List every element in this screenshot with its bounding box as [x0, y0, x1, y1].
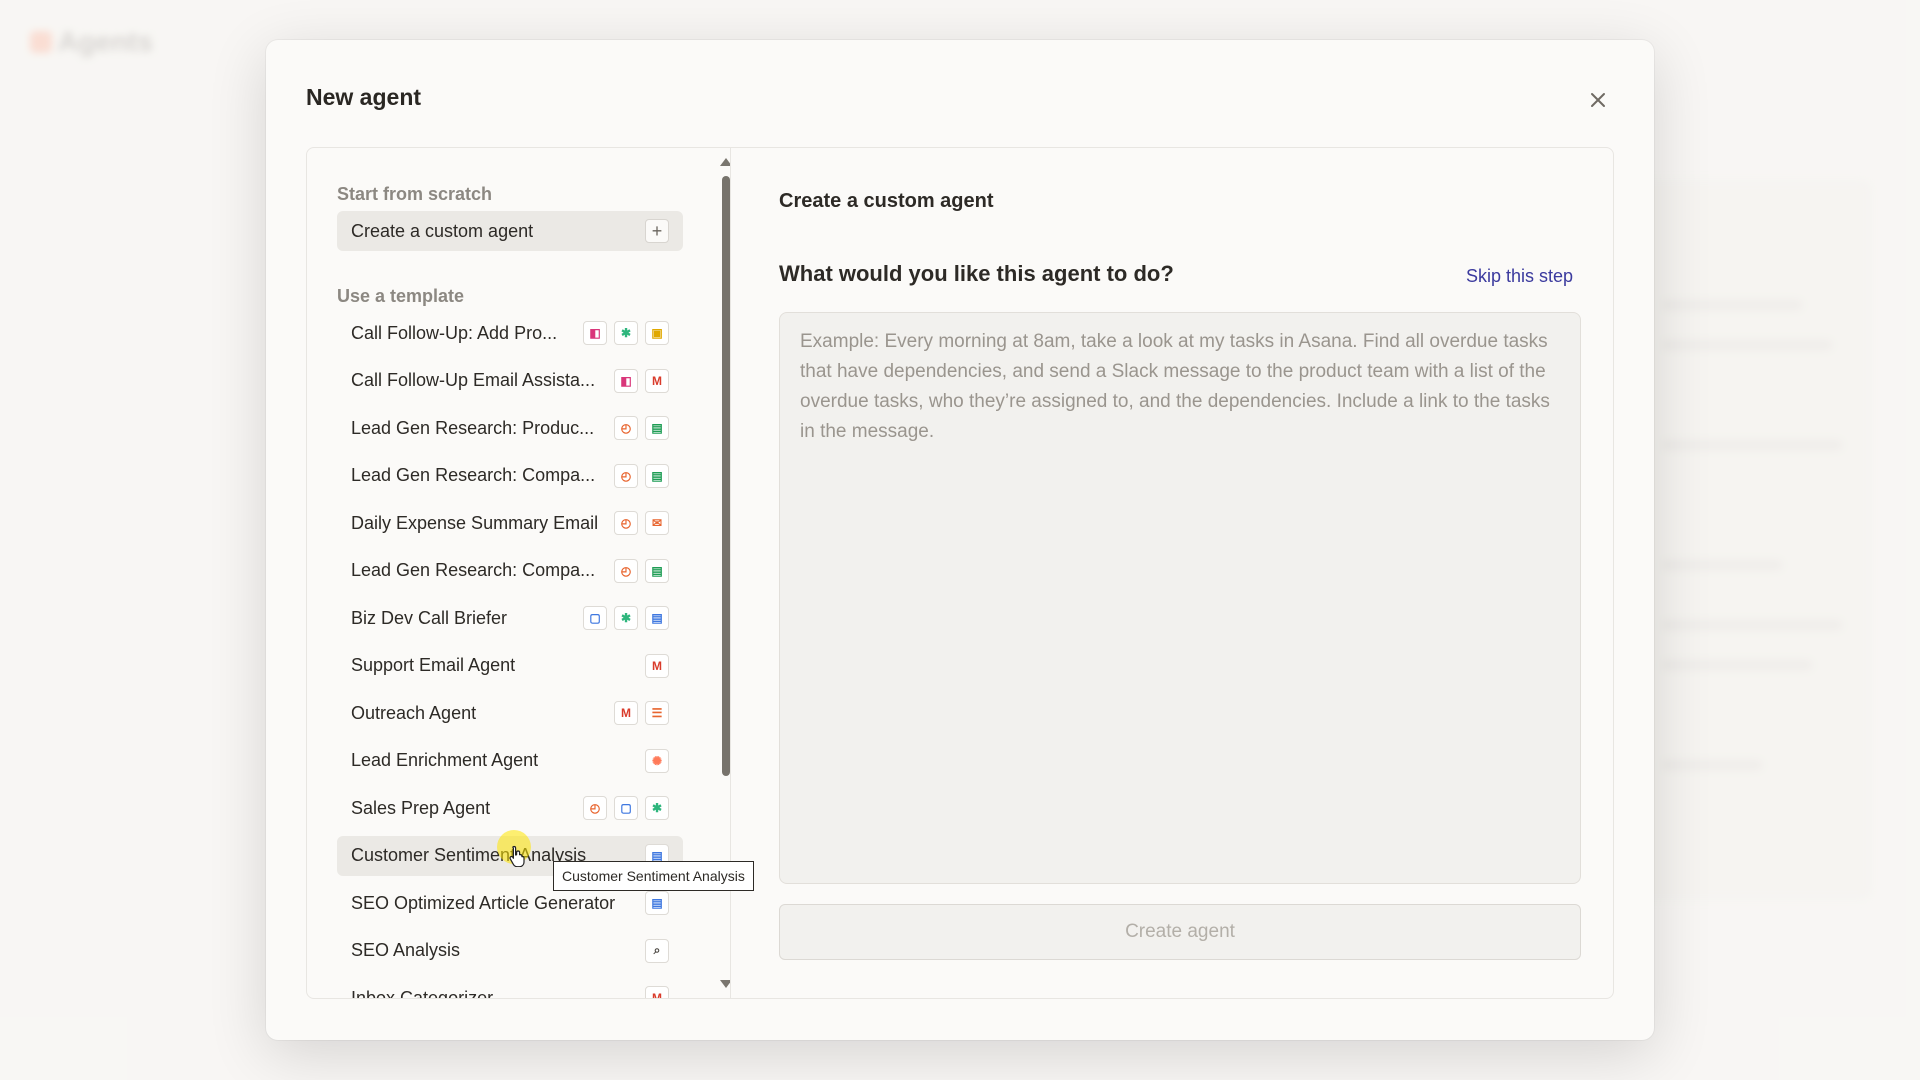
scratch-section-label: Start from scratch	[337, 184, 493, 204]
template-item[interactable]: Lead Gen Research: Compa... ◴ ▤	[337, 551, 683, 591]
create-custom-agent-label: Create a custom agent	[351, 220, 534, 241]
template-app-icons: ▢ ✱ ▤	[583, 606, 669, 630]
template-name: Call Follow-Up: Add Pro...	[351, 322, 558, 343]
schedule-icon: ◴	[614, 558, 638, 583]
schedule-icon: ◴	[583, 796, 607, 820]
template-app-icons: ◴ ▤	[614, 416, 669, 440]
google-sheets-icon: ▤	[645, 558, 669, 583]
gmail-icon: M	[645, 653, 669, 678]
template-app-icons: M ☰	[614, 701, 669, 725]
agent-question: What would you like this agent to do?	[779, 261, 1174, 286]
template-item[interactable]: Sales Prep Agent ◴ ▢ ✱	[337, 788, 683, 828]
template-name: Support Email Agent	[351, 655, 516, 675]
close-button[interactable]	[1584, 86, 1612, 114]
modal-content: Start from scratch Create a custom agent…	[306, 147, 1614, 999]
create-agent-button[interactable]: Create agent	[779, 904, 1581, 960]
template-name: Lead Gen Research: Compa...	[351, 465, 596, 485]
schedule-icon: ◴	[614, 463, 638, 488]
template-name: Lead Enrichment Agent	[351, 750, 539, 770]
template-item[interactable]: Call Follow-Up Email Assista... ◧ M	[337, 361, 683, 401]
google-docs-icon: ▤	[645, 606, 669, 630]
skip-step-link[interactable]: Skip this step	[1466, 266, 1573, 287]
scroll-up-arrow-icon[interactable]	[720, 158, 730, 166]
close-icon	[1591, 93, 1605, 107]
template-app-icons: ◴ ✉	[614, 511, 669, 535]
template-name: Biz Dev Call Briefer	[351, 607, 508, 628]
form-icon: ◧	[614, 368, 638, 393]
template-name: Daily Expense Summary Email	[351, 512, 599, 533]
template-name: Lead Gen Research: Produc...	[351, 417, 595, 438]
template-item[interactable]: Inbox Categorizer M	[337, 978, 683, 998]
template-item[interactable]: Outreach Agent M ☰	[337, 693, 683, 733]
slack-icon: ✱	[614, 321, 638, 345]
template-item[interactable]: Lead Gen Research: Compa... ◴ ▤	[337, 456, 683, 496]
template-name: Call Follow-Up Email Assista...	[351, 370, 596, 390]
google-calendar-icon: ▢	[614, 796, 638, 820]
template-app-icons: ◴ ▤	[614, 558, 669, 583]
scrollbar-thumb[interactable]	[722, 176, 730, 776]
template-app-icons: ◴ ▢ ✱	[583, 796, 669, 820]
template-list: Call Follow-Up: Add Pro... ◧ ✱ ▣ Call Follow…	[337, 313, 683, 998]
slack-icon: ✱	[614, 606, 638, 630]
formatter-icon: ☰	[645, 701, 669, 725]
template-item[interactable]: Lead Gen Research: Produc... ◴ ▤	[337, 408, 683, 448]
form-icon: ◧	[583, 321, 607, 345]
template-tooltip: Customer Sentiment Analysis	[553, 861, 754, 891]
panel-title: Create a custom agent	[779, 190, 994, 212]
sheets-yellow-icon: ▣	[645, 321, 669, 345]
plus-icon: +	[645, 219, 669, 243]
template-name: SEO Optimized Article Generator	[351, 892, 616, 913]
template-app-icons: ▤	[645, 891, 669, 915]
hand-cursor-icon	[509, 845, 525, 867]
template-section-label: Use a template	[337, 286, 465, 306]
template-item[interactable]: Biz Dev Call Briefer ▢ ✱ ▤	[337, 598, 683, 638]
template-name: Inbox Categorizer	[351, 987, 494, 999]
template-item[interactable]: Lead Enrichment Agent ✺	[337, 741, 683, 781]
template-item[interactable]: Daily Expense Summary Email ◴ ✉	[337, 503, 683, 543]
search-icon: ⌕	[645, 938, 669, 963]
template-app-icons: ◧ M	[614, 368, 669, 393]
template-name: Lead Gen Research: Compa...	[351, 560, 596, 580]
email-icon: ✉	[645, 511, 669, 535]
gmail-icon: M	[645, 368, 669, 393]
template-app-icons: ✺	[645, 748, 669, 773]
new-agent-modal: New agent Start from scratch Create a cu…	[266, 40, 1654, 1040]
hubspot-icon: ✺	[645, 748, 669, 773]
template-item[interactable]: Call Follow-Up: Add Pro... ◧ ✱ ▣	[337, 313, 683, 353]
create-custom-agent-option[interactable]: Create a custom agent +	[337, 211, 683, 251]
template-app-icons: M	[645, 986, 669, 998]
template-app-icons: ⌕	[645, 938, 669, 963]
agent-description-input[interactable]	[779, 312, 1581, 884]
google-sheets-icon: ▤	[645, 416, 669, 440]
google-calendar-icon: ▢	[583, 606, 607, 630]
template-item[interactable]: Support Email Agent M	[337, 646, 683, 686]
template-name: Outreach Agent	[351, 702, 477, 723]
template-item[interactable]: SEO Analysis ⌕	[337, 931, 683, 971]
template-app-icons: M	[645, 653, 669, 678]
template-name: SEO Analysis	[351, 940, 461, 960]
modal-title: New agent	[306, 84, 422, 110]
schedule-icon: ◴	[614, 416, 638, 440]
google-docs-icon: ▤	[645, 891, 669, 915]
slack-icon: ✱	[645, 796, 669, 820]
template-name: Sales Prep Agent	[351, 797, 491, 818]
gmail-icon: M	[614, 701, 638, 725]
schedule-icon: ◴	[614, 511, 638, 535]
custom-agent-panel: Create a custom agent What would you lik…	[733, 148, 1613, 998]
template-name: Customer Sentiment Analysis	[351, 845, 587, 865]
template-app-icons: ◧ ✱ ▣	[583, 321, 669, 345]
google-sheets-icon: ▤	[645, 463, 669, 488]
gmail-icon: M	[645, 986, 669, 998]
template-app-icons: ◴ ▤	[614, 463, 669, 488]
scroll-down-arrow-icon[interactable]	[720, 980, 730, 988]
